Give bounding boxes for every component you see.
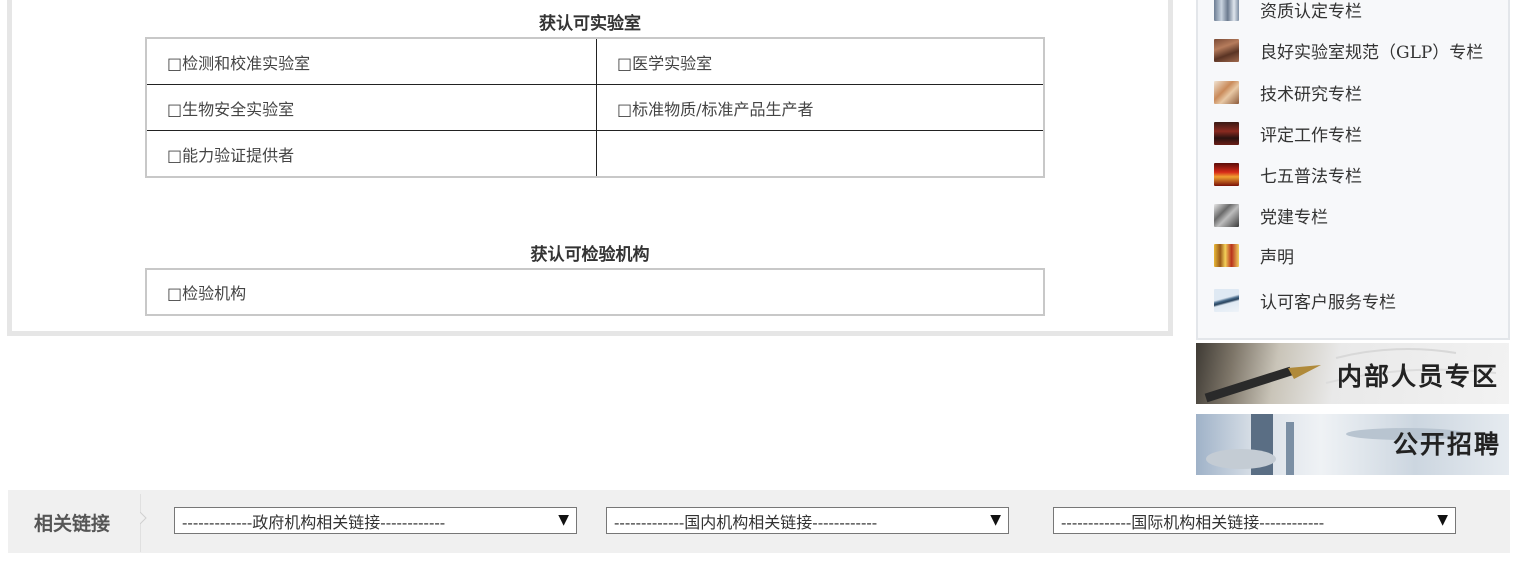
sidebar-item-label: 认可客户服务专栏: [1260, 292, 1396, 313]
dropdown-arrow-icon: ▼: [558, 512, 569, 528]
table-row: □检验机构: [146, 269, 1044, 315]
documents-photo-icon: [1214, 38, 1239, 62]
sidebar-item-label: 资质认定专栏: [1260, 1, 1362, 22]
table-cell[interactable]: □标准物质/标准产品生产者: [596, 84, 1044, 131]
table-cell[interactable]: □检验机构: [146, 269, 1044, 315]
sidebar-column-list: 资质认定专栏 良好实验室规范（GLP）专栏 技术研究专栏 评定工作专栏 七五普法…: [1196, 0, 1510, 340]
internal-staff-banner[interactable]: 内部人员专区: [1196, 343, 1509, 404]
sidebar-item-label: 声明: [1260, 247, 1294, 268]
sidebar-item-assessment[interactable]: 评定工作专栏: [1214, 120, 1362, 146]
sidebar-item-law[interactable]: 七五普法专栏: [1214, 161, 1362, 187]
sidebar-item-glp[interactable]: 良好实验室规范（GLP）专栏: [1214, 37, 1483, 63]
dropdown-arrow-icon: ▼: [1437, 512, 1448, 528]
select-value: -------------国际机构相关链接------------: [1061, 512, 1325, 532]
table-cell[interactable]: □检测和校准实验室: [146, 38, 597, 85]
internal-staff-label: 内部人员专区: [1336, 362, 1499, 391]
main-content-panel: 获认可实验室 □检测和校准实验室 □医学实验室 □生物安全实验室 □标准物质/标…: [7, 0, 1173, 336]
handshake-photo-icon: [1214, 80, 1239, 104]
books-photo-icon: [1214, 243, 1239, 267]
lanterns-photo-icon: [1214, 162, 1239, 186]
building-photo-icon: [1214, 0, 1239, 21]
table-row: □检测和校准实验室 □医学实验室: [146, 38, 1044, 85]
gavel-photo-icon: [1214, 121, 1239, 145]
sidebar-item-label: 七五普法专栏: [1260, 166, 1362, 187]
sidebar-item-label: 党建专栏: [1260, 207, 1328, 228]
table-cell: [596, 130, 1044, 177]
recruitment-banner[interactable]: 公开招聘: [1196, 414, 1509, 475]
sidebar-item-label: 评定工作专栏: [1260, 125, 1362, 146]
dropdown-arrow-icon: ▼: [990, 512, 1001, 528]
sidebar-item-party[interactable]: 党建专栏: [1214, 202, 1328, 228]
chevron-separator-icon: [140, 494, 147, 552]
related-links-title: 相关链接: [34, 513, 111, 535]
recruitment-label: 公开招聘: [1392, 430, 1501, 459]
accredited-inspection-table: □检验机构: [145, 268, 1045, 316]
table-row: □能力验证提供者: [146, 130, 1044, 177]
table-cell[interactable]: □生物安全实验室: [146, 84, 597, 131]
table-cell[interactable]: □能力验证提供者: [146, 130, 597, 177]
select-value: -------------政府机构相关链接------------: [182, 512, 446, 532]
sidebar-item-customer-service[interactable]: 认可客户服务专栏: [1214, 287, 1396, 313]
sidebar-item-qualification[interactable]: 资质认定专栏: [1214, 0, 1362, 22]
sidebar-item-research[interactable]: 技术研究专栏: [1214, 79, 1362, 105]
international-links-select[interactable]: -------------国际机构相关链接------------ ▼: [1053, 507, 1456, 534]
table-row: □生物安全实验室 □标准物质/标准产品生产者: [146, 84, 1044, 131]
sidebar-item-statement[interactable]: 声明: [1214, 242, 1294, 268]
gov-links-select[interactable]: -------------政府机构相关链接------------ ▼: [174, 507, 577, 534]
pen-photo-icon: [1214, 288, 1239, 312]
related-links-bar: 相关链接 -------------政府机构相关链接------------ ▼…: [8, 490, 1510, 553]
sidebar-item-label: 技术研究专栏: [1260, 84, 1362, 105]
table-cell[interactable]: □医学实验室: [597, 38, 1045, 85]
sidebar-item-label: 良好实验室规范（GLP）专栏: [1260, 42, 1484, 63]
party-photo-icon: [1214, 203, 1239, 227]
domestic-links-select[interactable]: -------------国内机构相关链接------------ ▼: [606, 507, 1009, 534]
accredited-labs-table: □检测和校准实验室 □医学实验室 □生物安全实验室 □标准物质/标准产品生产者 …: [145, 37, 1045, 178]
accredited-labs-title: 获认可实验室: [539, 14, 641, 34]
select-value: -------------国内机构相关链接------------: [614, 512, 878, 532]
accredited-inspection-title: 获认可检验机构: [530, 245, 650, 265]
